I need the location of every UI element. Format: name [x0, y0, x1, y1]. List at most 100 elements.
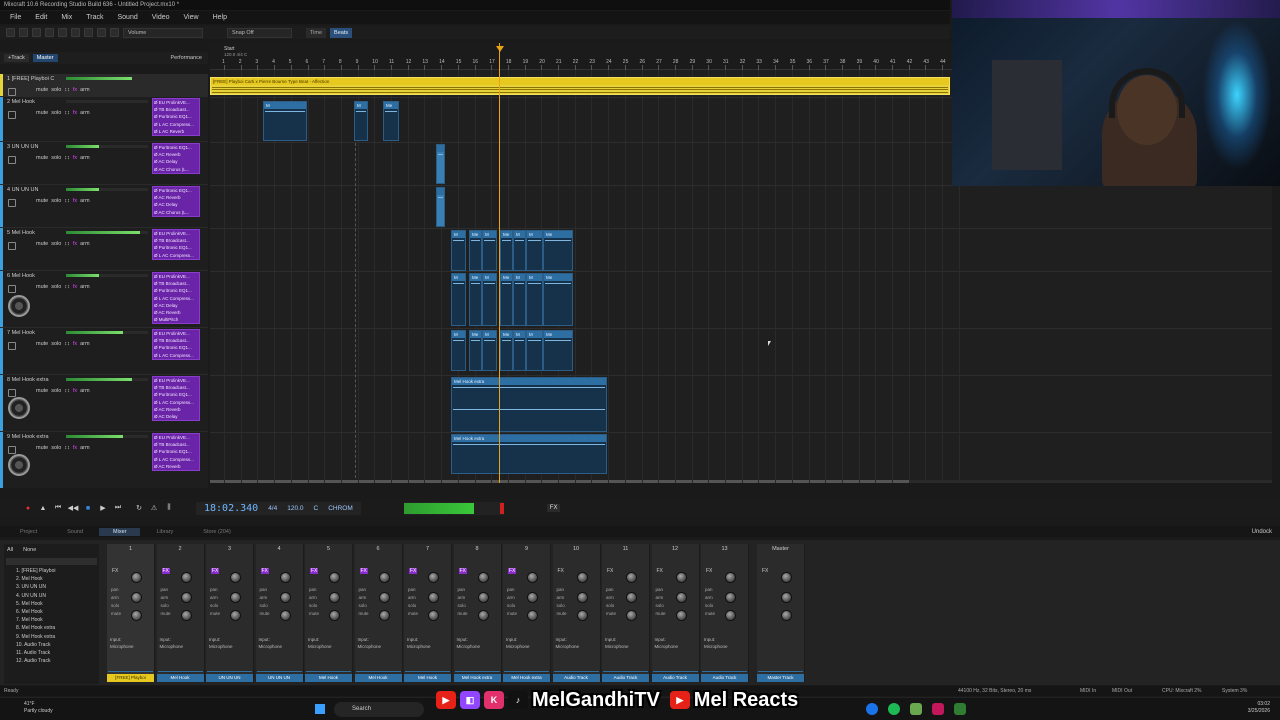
strip-pan-button[interactable]: pan — [507, 586, 517, 594]
eq-knob[interactable] — [725, 572, 736, 583]
strip-pan-button[interactable]: pan — [557, 586, 567, 594]
solo-button[interactable]: solo — [51, 87, 61, 93]
mixer-strip[interactable]: 1 FX pan arm solo mute Input: Microphone [FREE] … — [107, 544, 155, 682]
mixer-search-input[interactable] — [6, 558, 97, 565]
input-device[interactable]: Microphone — [556, 643, 580, 650]
volume-knob[interactable] — [626, 610, 637, 621]
taskbar-search[interactable]: Search — [334, 702, 424, 717]
strip-mute-button[interactable]: mute — [210, 610, 220, 618]
eq-knob[interactable] — [477, 572, 489, 583]
track-name[interactable]: 8 Mel Hook extra — [7, 377, 49, 383]
strip-mute-button[interactable]: mute — [557, 610, 567, 618]
strip-pan-button[interactable]: pan — [656, 586, 666, 594]
fx-item[interactable]: Ø AC Chorus (L... — [154, 209, 198, 216]
volume-knob[interactable] — [131, 610, 142, 621]
pan-knob[interactable] — [626, 592, 637, 603]
automation-icon[interactable]: ↕↕ — [64, 341, 70, 347]
audio-clip[interactable]: Mel Hook extra — [451, 434, 607, 474]
pan-knob[interactable] — [675, 592, 687, 603]
add-track-button[interactable]: +Track — [4, 54, 29, 62]
strip-arm-button[interactable]: arm — [656, 594, 666, 602]
pan-knob[interactable] — [725, 592, 736, 603]
system-clock[interactable]: 03:02 3/25/2026 — [1248, 701, 1270, 715]
master-knob[interactable] — [781, 610, 792, 621]
strip-fx-button[interactable]: FX — [359, 568, 368, 574]
open-icon[interactable] — [19, 28, 28, 37]
strip-solo-button[interactable]: solo — [309, 602, 319, 610]
mixer-list-item[interactable]: 5. Mel Hook — [4, 600, 99, 608]
fx-item[interactable]: Ø L AC Compress... — [154, 456, 198, 463]
stop-button[interactable]: ■ — [82, 502, 94, 514]
input-device[interactable]: Microphone — [605, 643, 629, 650]
strip-input[interactable]: Input: Microphone — [655, 636, 679, 650]
strip-pan-button[interactable]: pan — [260, 586, 270, 594]
beats-toggle[interactable]: Beats — [330, 27, 353, 38]
eq-knob[interactable] — [180, 572, 192, 583]
automation-icon[interactable]: ↕↕ — [64, 110, 70, 116]
fx-item[interactable]: Ø TB Broadcast... — [154, 441, 198, 448]
audio-clip[interactable]: M — [263, 101, 307, 141]
volume-dropdown[interactable]: Volume — [123, 27, 203, 38]
tempo[interactable]: 120.0 — [287, 505, 303, 512]
solo-button[interactable]: solo — [51, 155, 61, 161]
automation-icon[interactable]: ↕↕ — [64, 198, 70, 204]
mixer-list-item[interactable]: 9. Mel Hook extra — [4, 633, 99, 641]
strip-mute-button[interactable]: mute — [161, 610, 171, 618]
eq-knob[interactable] — [527, 572, 538, 583]
strip-pan-button[interactable]: pan — [606, 586, 616, 594]
eq-knob[interactable] — [576, 572, 588, 583]
app-icon[interactable] — [932, 703, 944, 715]
fx-item[interactable]: Ø AC Reverb — [154, 309, 198, 316]
solo-button[interactable]: solo — [51, 284, 61, 290]
pan-knob[interactable] — [230, 592, 241, 603]
strip-pan-button[interactable]: pan — [458, 586, 468, 594]
mute-button[interactable]: mute — [36, 445, 48, 451]
snap-dropdown[interactable]: Snap Off — [227, 27, 292, 38]
strip-input[interactable]: Input: Microphone — [407, 636, 431, 650]
fx-item[interactable]: Ø EU ProlinkVE... — [154, 434, 198, 441]
solo-button[interactable]: solo — [51, 110, 61, 116]
track-header[interactable]: 1 [FREE] Playboi C mute solo ↕↕ fx arm — [0, 74, 208, 97]
strip-arm-button[interactable]: arm — [210, 594, 220, 602]
audio-clip[interactable]: Me — [543, 330, 573, 371]
strip-input[interactable]: Input: Microphone — [160, 636, 184, 650]
input-device[interactable]: Microphone — [160, 643, 184, 650]
fx-item[interactable]: Ø Puritronic EQ1... — [154, 344, 198, 351]
mixer-strip[interactable]: 6 FX pan arm solo mute Input: Microphone Mel Hoo… — [354, 544, 403, 682]
zoom-out-icon[interactable] — [110, 28, 119, 37]
track-name[interactable]: 6 Mel Hook — [7, 273, 35, 279]
pan-knob[interactable] — [378, 592, 390, 603]
strip-pan-button[interactable]: pan — [210, 586, 220, 594]
audio-clip[interactable]: M — [513, 330, 526, 371]
strip-mute-button[interactable]: mute — [359, 610, 369, 618]
fx-item[interactable]: Ø TB Broadcast... — [154, 237, 198, 244]
playhead[interactable] — [499, 43, 500, 483]
mixer-strip[interactable]: 3 FX pan arm solo mute Input: Microphone UN UN U… — [206, 544, 254, 682]
arm-button[interactable]: arm — [80, 388, 89, 394]
track-name[interactable]: 9 Mel Hook extra — [7, 434, 49, 440]
strip-mute-button[interactable]: mute — [705, 610, 715, 618]
fx-item[interactable]: Ø AC Reverb — [154, 151, 198, 158]
fx-button[interactable]: fx — [73, 341, 77, 347]
audio-clip[interactable]: M — [354, 101, 368, 141]
volume-knob[interactable] — [279, 610, 291, 621]
audio-clip[interactable]: M — [482, 330, 497, 371]
strip-fx-button[interactable]: FX — [211, 568, 220, 574]
fx-item[interactable]: Ø EU ProlinkVE... — [154, 230, 198, 237]
strip-arm-button[interactable]: arm — [111, 594, 121, 602]
strip-input[interactable]: Input: Microphone — [556, 636, 580, 650]
audio-clip[interactable] — [436, 187, 445, 227]
fx-item[interactable]: Ø AC Reverb — [154, 406, 198, 413]
strip-input[interactable]: Input: Microphone — [209, 636, 233, 650]
strip-fx-button[interactable]: FX — [558, 568, 564, 574]
automation-icon[interactable]: ↕↕ — [64, 284, 70, 290]
strip-arm-button[interactable]: arm — [161, 594, 171, 602]
zoom-in-icon[interactable] — [97, 28, 106, 37]
mixer-list-item[interactable]: 4. UN UN UN — [4, 592, 99, 600]
strip-mute-button[interactable]: mute — [507, 610, 517, 618]
track-header[interactable]: 9 Mel Hook extra mute solo ↕↕ fx arm Ø EU Prol… — [0, 432, 208, 488]
master-button[interactable]: Master — [32, 54, 58, 62]
play-button[interactable]: ▶ — [97, 502, 109, 514]
menu-item-help[interactable]: Help — [213, 14, 227, 21]
new-icon[interactable] — [6, 28, 15, 37]
